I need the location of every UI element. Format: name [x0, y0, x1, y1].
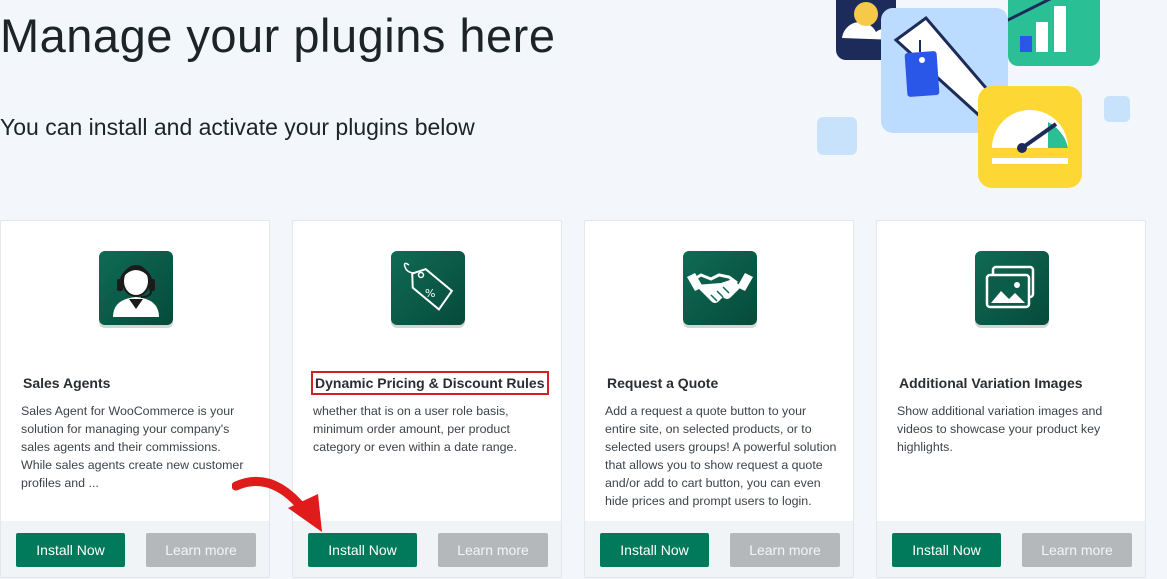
image-gallery-icon [975, 251, 1049, 325]
install-now-button[interactable]: Install Now [16, 533, 125, 567]
plugin-title: Dynamic Pricing & Discount Rules [311, 371, 549, 395]
learn-more-button[interactable]: Learn more [730, 533, 840, 567]
page-title: Manage your plugins here [0, 9, 556, 62]
plugin-description: whether that is on a user role basis, mi… [313, 404, 517, 454]
plugin-card-variation-images: Additional Variation Images Show additio… [876, 220, 1146, 578]
support-agent-icon [99, 251, 173, 325]
install-now-button[interactable]: Install Now [308, 533, 417, 567]
plugin-card-request-quote: Request a Quote Add a request a quote bu… [584, 220, 854, 578]
install-now-button[interactable]: Install Now [892, 533, 1001, 567]
plugin-card-dynamic-pricing: % Dynamic Pricing & Discount Rules wheth… [292, 220, 562, 578]
page-subtitle: You can install and activate your plugin… [0, 114, 475, 140]
learn-more-button[interactable]: Learn more [438, 533, 548, 567]
learn-more-button[interactable]: Learn more [146, 533, 256, 567]
install-now-button[interactable]: Install Now [600, 533, 709, 567]
card-footer: Install Now Learn more [293, 521, 561, 577]
card-footer: Install Now Learn more [585, 521, 853, 577]
handshake-icon [683, 251, 757, 325]
price-tag-percent-icon: % [391, 251, 465, 325]
plugin-title: Additional Variation Images [899, 375, 1083, 391]
plugin-card-sales-agents: Sales Agents Sales Agent for WooCommerce… [0, 220, 270, 578]
plugin-description: Show additional variation images and vid… [897, 404, 1103, 454]
hero-illustration [817, 0, 1130, 188]
plugin-description: Sales Agent for WooCommerce is your solu… [21, 404, 244, 490]
learn-more-button[interactable]: Learn more [1022, 533, 1132, 567]
card-footer: Install Now Learn more [1, 521, 269, 577]
card-footer: Install Now Learn more [877, 521, 1145, 577]
svg-text:%: % [425, 287, 435, 300]
plugin-title: Request a Quote [607, 375, 719, 391]
plugin-title: Sales Agents [23, 375, 111, 391]
annotation-arrow-icon [232, 476, 322, 532]
plugin-description: Add a request a quote button to your ent… [605, 404, 837, 508]
